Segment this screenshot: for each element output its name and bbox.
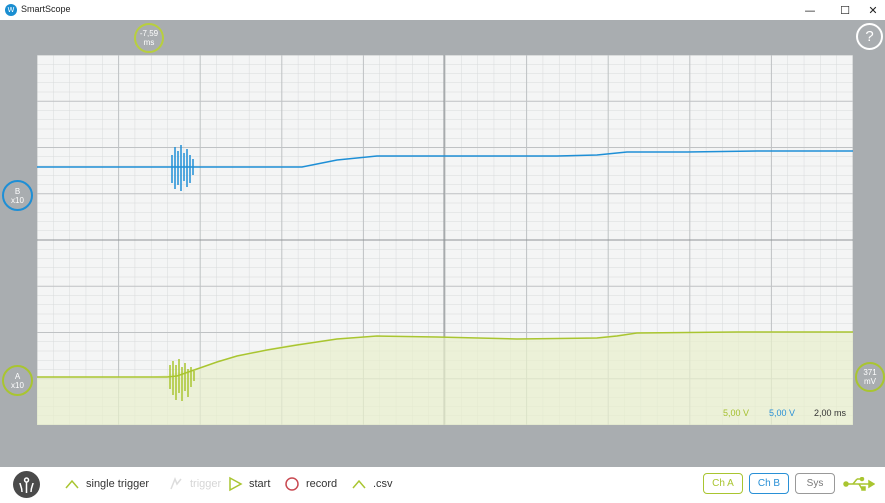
time-offset-marker[interactable]: -7,59 ms [134, 23, 164, 53]
csv-icon [352, 479, 366, 489]
trigger-label: trigger [190, 478, 222, 490]
minimize-button[interactable]: — [795, 0, 825, 20]
close-button[interactable]: ✕ [858, 0, 885, 20]
time-scale[interactable]: 2,00 ms [807, 402, 853, 424]
window-title: SmartScope [21, 4, 71, 14]
channel-b-scale[interactable]: 5,00 V [762, 402, 802, 424]
time-offset-value: -7,59 [139, 29, 159, 38]
channel-b-probe: x10 [11, 195, 24, 205]
maximize-button[interactable]: ☐ [830, 0, 860, 20]
trigger-level-unit: mV [864, 377, 876, 386]
usb-icon [843, 477, 875, 491]
channel-b-label: B [14, 186, 21, 196]
start-play-icon [229, 476, 243, 492]
record-button[interactable]: record [284, 474, 337, 494]
channel-b-offset-marker[interactable]: B x10 [2, 180, 33, 211]
record-icon [285, 477, 299, 491]
start-label: start [249, 478, 271, 490]
csv-export-button[interactable]: .csv [351, 474, 393, 494]
channel-b-burst [171, 145, 194, 191]
record-label: record [306, 478, 338, 490]
waveform-svg [37, 55, 853, 425]
channel-a-probe: x10 [11, 380, 24, 390]
help-icon[interactable]: ? [856, 23, 883, 50]
channel-b-button[interactable]: Ch B [749, 473, 789, 494]
single-trigger-button[interactable]: single trigger [64, 474, 149, 494]
app-logo-icon: W [5, 4, 17, 16]
trigger-icon [170, 476, 182, 490]
channel-a-offset-marker[interactable]: A x10 [2, 365, 33, 396]
smartscope-logo-icon[interactable] [13, 471, 40, 498]
csv-label: .csv [373, 478, 393, 490]
trigger-button[interactable]: trigger [168, 474, 221, 494]
time-offset-unit: ms [143, 38, 155, 47]
oscilloscope-grid[interactable] [37, 55, 853, 425]
channel-a-label: A [14, 371, 21, 381]
system-button[interactable]: Sys [795, 473, 835, 494]
single-trigger-label: single trigger [86, 478, 149, 490]
trigger-level-marker[interactable]: 371 mV [855, 362, 885, 392]
trigger-level-value: 371 [863, 368, 877, 377]
start-button[interactable]: start [227, 474, 270, 494]
title-bar: W SmartScope — ☐ ✕ [0, 0, 885, 20]
channel-a-button[interactable]: Ch A [703, 473, 743, 494]
channel-a-scale[interactable]: 5,00 V [716, 402, 756, 424]
single-trigger-icon [65, 479, 79, 489]
